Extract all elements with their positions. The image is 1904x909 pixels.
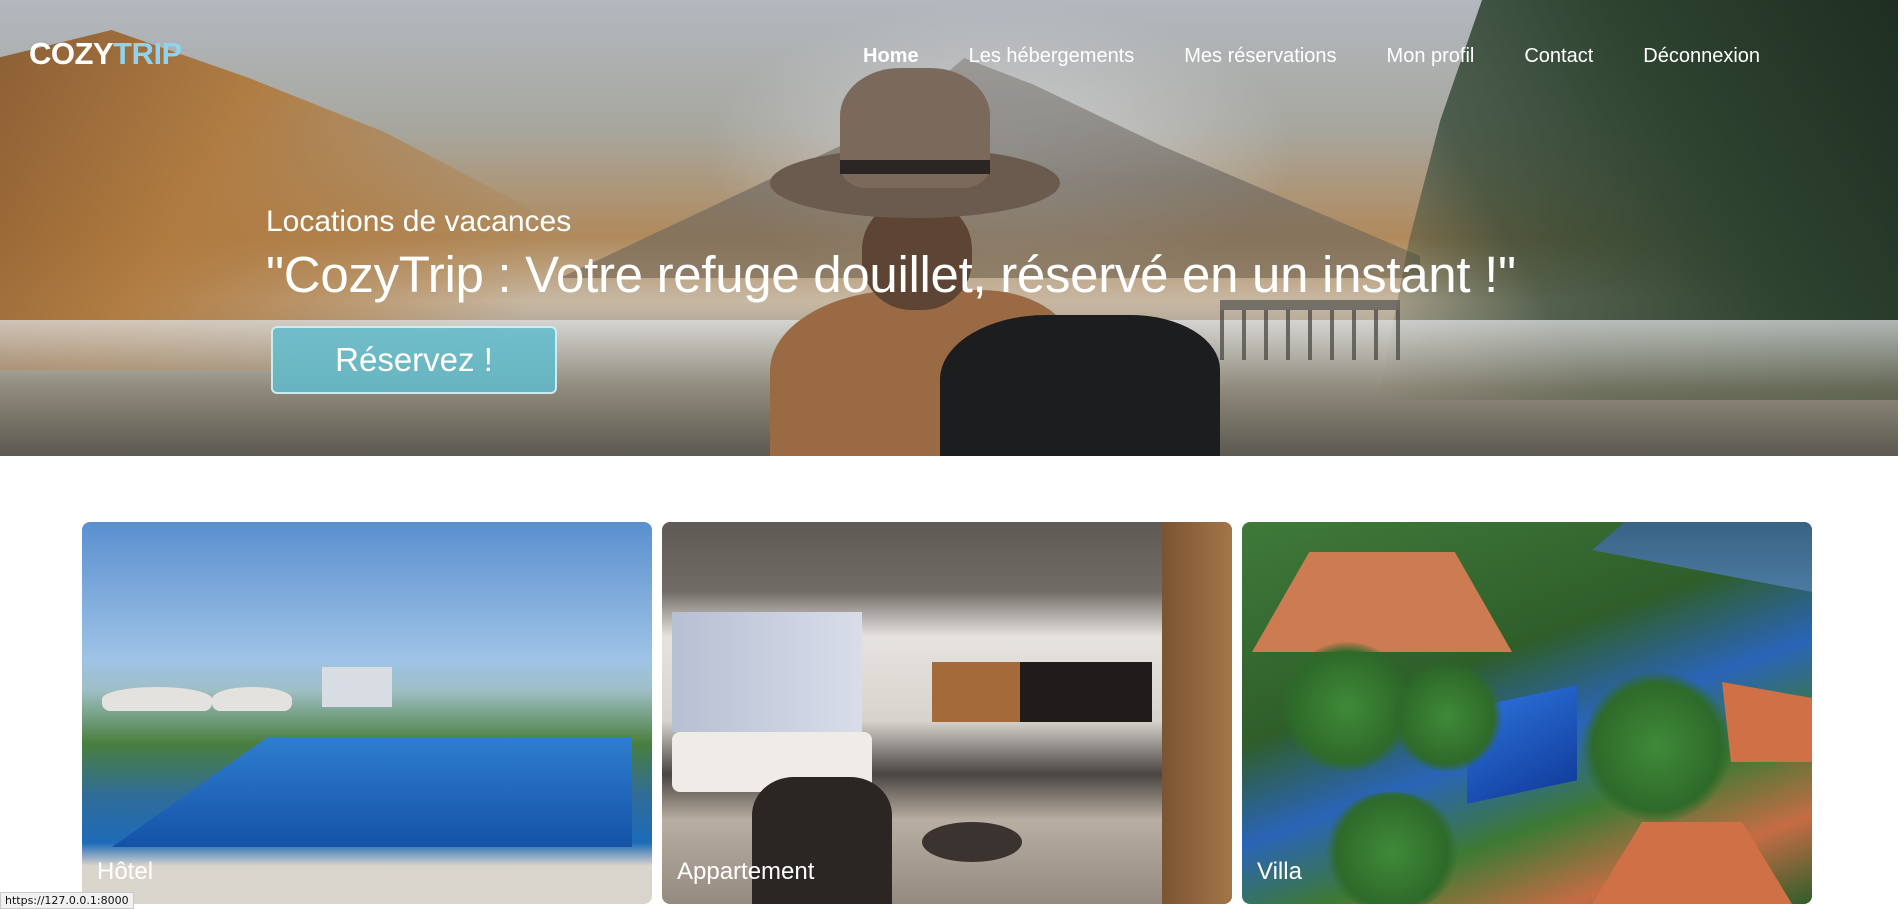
nav-item-deconnexion[interactable]: Déconnexion	[1643, 45, 1760, 68]
coffee-table-image	[922, 822, 1022, 862]
wood-wall-image	[1162, 522, 1232, 904]
card-label: Hôtel	[97, 858, 154, 885]
card-hotel[interactable]: Hôtel	[82, 522, 652, 904]
nav-item-profil[interactable]: Mon profil	[1387, 45, 1475, 68]
window-image	[672, 612, 862, 732]
hotel-building-image	[322, 667, 392, 707]
hero-headline: "CozyTrip : Votre refuge douillet, réser…	[266, 246, 1516, 303]
sea-image	[1592, 522, 1812, 592]
top-navigation: COZYTRIP Home Les hébergements Mes réser…	[0, 0, 1898, 115]
hero-text: Locations de vacances "CozyTrip : Votre …	[266, 205, 1516, 304]
logo-part-trip: TRIP	[113, 36, 182, 71]
umbrella-image	[102, 687, 212, 711]
pool-image	[112, 737, 632, 847]
nav-item-reservations[interactable]: Mes réservations	[1184, 45, 1336, 68]
nav-item-hebergements[interactable]: Les hébergements	[969, 45, 1135, 68]
card-label: Appartement	[677, 858, 815, 885]
kitchen-image	[932, 662, 1152, 722]
villa-roof-image	[1722, 682, 1812, 762]
main-menu: Home Les hébergements Mes réservations M…	[863, 45, 1760, 68]
brand-logo[interactable]: COZYTRIP	[29, 36, 182, 72]
nav-item-home[interactable]: Home	[863, 45, 919, 68]
villa-roof-image	[1252, 552, 1512, 652]
card-appartement[interactable]: Appartement	[662, 522, 1232, 904]
palm-image	[1392, 662, 1502, 772]
accommodation-cards: Hôtel Appartement Villa	[82, 522, 1812, 904]
traveler-hat-band	[840, 160, 990, 174]
villa-roof-image	[1592, 822, 1792, 904]
nav-item-contact[interactable]: Contact	[1524, 45, 1593, 68]
status-bar-url: https://127.0.0.1:8000	[0, 892, 134, 909]
traveler-backpack	[940, 315, 1220, 456]
umbrella-image	[212, 687, 292, 711]
palm-image	[1582, 672, 1732, 822]
palm-image	[1322, 792, 1462, 904]
card-label: Villa	[1257, 858, 1302, 885]
card-villa[interactable]: Villa	[1242, 522, 1812, 904]
reserve-button[interactable]: Réservez !	[271, 326, 557, 394]
logo-part-cozy: COZY	[29, 36, 114, 71]
hero-kicker: Locations de vacances	[266, 205, 572, 238]
